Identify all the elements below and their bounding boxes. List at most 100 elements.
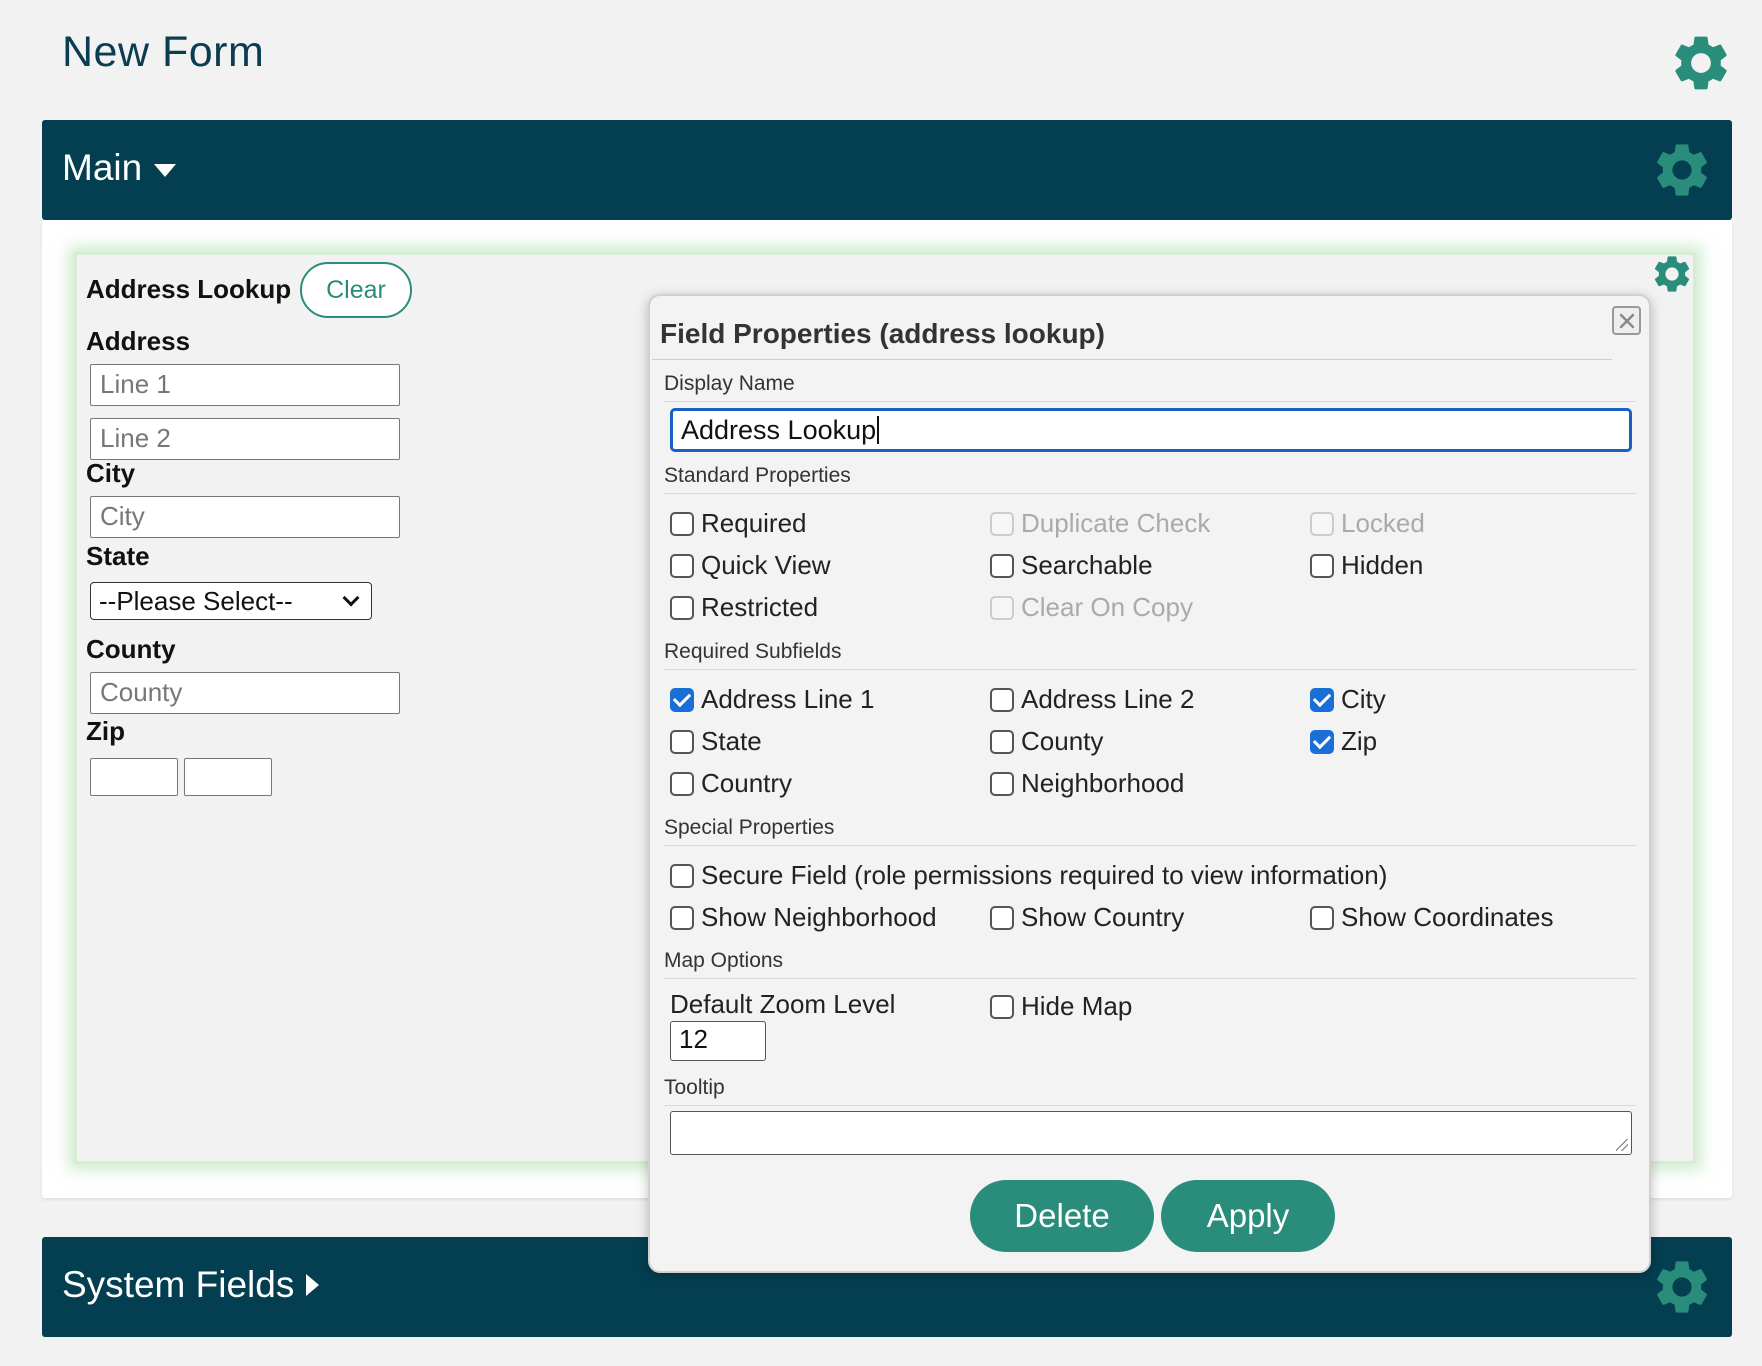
zip-extension-input[interactable] bbox=[184, 758, 272, 796]
searchable-checkbox[interactable]: Searchable bbox=[990, 550, 1153, 581]
tooltip-heading: Tooltip bbox=[664, 1076, 1636, 1106]
checkbox-box bbox=[1310, 729, 1334, 754]
city-label: City bbox=[86, 458, 136, 488]
field-settings-gear-icon[interactable] bbox=[1650, 252, 1694, 296]
hidden-checkbox[interactable]: Hidden bbox=[1310, 550, 1423, 581]
checkbox-label: Country bbox=[701, 768, 793, 798]
county-checkbox[interactable]: County bbox=[990, 726, 1103, 757]
checkbox-label: State bbox=[701, 726, 762, 756]
checkbox-box bbox=[670, 595, 694, 620]
address-line-1-checkbox[interactable]: Address Line 1 bbox=[670, 684, 874, 715]
neighborhood-checkbox[interactable]: Neighborhood bbox=[990, 768, 1184, 799]
checkbox-box bbox=[1310, 905, 1334, 930]
required-subfields-heading: Required Subfields bbox=[664, 640, 1636, 670]
main-section-gear-icon[interactable] bbox=[1650, 138, 1714, 202]
checkbox-box bbox=[670, 905, 694, 930]
county-input[interactable]: County bbox=[90, 672, 400, 714]
page-title: New Form bbox=[62, 28, 265, 76]
checkbox-box bbox=[1310, 553, 1334, 578]
state-select[interactable]: --Please Select-- bbox=[90, 582, 372, 620]
state-label: State bbox=[86, 541, 150, 571]
checkbox-label: Duplicate Check bbox=[1021, 508, 1211, 538]
checkbox-label: Show Country bbox=[1021, 902, 1185, 932]
checkbox-box bbox=[990, 595, 1014, 620]
checkbox-label: Hidden bbox=[1341, 550, 1424, 580]
quick-view-checkbox[interactable]: Quick View bbox=[670, 550, 831, 581]
city-input[interactable]: City bbox=[90, 496, 400, 538]
required-checkbox[interactable]: Required bbox=[670, 508, 807, 539]
state-selected-value: --Please Select-- bbox=[99, 585, 293, 616]
show-coordinates-checkbox[interactable]: Show Coordinates bbox=[1310, 902, 1553, 933]
checkbox-label: Searchable bbox=[1021, 550, 1153, 580]
resize-handle-icon[interactable] bbox=[1616, 1139, 1628, 1151]
hide-map-checkbox[interactable]: Hide Map bbox=[990, 991, 1132, 1022]
delete-button[interactable]: Delete bbox=[970, 1180, 1154, 1252]
map-options-heading: Map Options bbox=[664, 949, 1636, 979]
page-settings-gear-icon[interactable] bbox=[1668, 30, 1734, 96]
main-section-title: Main bbox=[62, 147, 143, 188]
field-properties-dialog: Field Properties (address lookup) Displa… bbox=[648, 294, 1651, 1273]
checkbox-box bbox=[670, 863, 694, 888]
checkbox-box bbox=[990, 771, 1014, 796]
close-icon[interactable] bbox=[1612, 306, 1641, 335]
standard-properties-heading: Standard Properties bbox=[664, 464, 1636, 494]
main-section-toggle[interactable]: Main bbox=[62, 147, 177, 189]
show-neighborhood-checkbox[interactable]: Show Neighborhood bbox=[670, 902, 937, 933]
checkbox-label: Clear On Copy bbox=[1021, 592, 1193, 622]
dialog-title-divider bbox=[652, 359, 1612, 360]
default-zoom-input[interactable]: 12 bbox=[670, 1021, 766, 1061]
display-name-heading: Display Name bbox=[664, 372, 1636, 402]
checkbox-label: Secure Field (role permissions required … bbox=[701, 860, 1388, 890]
dialog-title: Field Properties (address lookup) bbox=[660, 318, 1105, 349]
address-line2-input[interactable]: Line 2 bbox=[90, 418, 400, 460]
county-label: County bbox=[86, 634, 176, 664]
apply-button[interactable]: Apply bbox=[1161, 1180, 1335, 1252]
checkbox-box bbox=[670, 771, 694, 796]
locked-checkbox: Locked bbox=[1310, 508, 1425, 539]
checkbox-label: City bbox=[1341, 684, 1386, 714]
restricted-checkbox[interactable]: Restricted bbox=[670, 592, 818, 623]
checkbox-label: Restricted bbox=[701, 592, 819, 622]
address-line1-input[interactable]: Line 1 bbox=[90, 364, 400, 406]
checkbox-box bbox=[990, 687, 1014, 712]
caret-down-icon bbox=[154, 163, 177, 177]
chevron-down-icon bbox=[342, 589, 360, 607]
checkbox-box bbox=[1310, 511, 1334, 536]
checkbox-box bbox=[990, 553, 1014, 578]
zip-checkbox[interactable]: Zip bbox=[1310, 726, 1377, 757]
caret-right-icon bbox=[306, 1274, 320, 1296]
country-checkbox[interactable]: Country bbox=[670, 768, 792, 799]
checkbox-label: Zip bbox=[1341, 726, 1378, 756]
clear-button[interactable]: Clear bbox=[300, 262, 412, 318]
checkbox-box bbox=[670, 687, 694, 712]
city-checkbox[interactable]: City bbox=[1310, 684, 1386, 715]
checkbox-label: Show Neighborhood bbox=[701, 902, 937, 932]
system-fields-gear-icon[interactable] bbox=[1650, 1255, 1714, 1319]
text-cursor bbox=[877, 416, 880, 444]
checkbox-label: Required bbox=[701, 508, 807, 538]
checkbox-label: Quick View bbox=[701, 550, 831, 580]
checkbox-box bbox=[990, 729, 1014, 754]
system-fields-toggle[interactable]: System Fields bbox=[62, 1264, 320, 1306]
display-name-value: Address Lookup bbox=[681, 414, 877, 445]
checkbox-box bbox=[1310, 687, 1334, 712]
display-name-input[interactable]: Address Lookup bbox=[670, 408, 1632, 452]
zip-input[interactable] bbox=[90, 758, 178, 796]
checkbox-label: Hide Map bbox=[1021, 991, 1133, 1021]
tooltip-textarea[interactable] bbox=[670, 1111, 1632, 1155]
address-line-2-checkbox[interactable]: Address Line 2 bbox=[990, 684, 1194, 715]
checkbox-box bbox=[990, 511, 1014, 536]
special-properties-heading: Special Properties bbox=[664, 816, 1636, 846]
zip-label: Zip bbox=[86, 716, 125, 746]
checkbox-box bbox=[670, 729, 694, 754]
show-country-checkbox[interactable]: Show Country bbox=[990, 902, 1184, 933]
state-checkbox[interactable]: State bbox=[670, 726, 762, 757]
checkbox-label: County bbox=[1021, 726, 1104, 756]
secure-field-role-permissions-required-to-view-information-checkbox[interactable]: Secure Field (role permissions required … bbox=[670, 860, 1387, 891]
checkbox-label: Show Coordinates bbox=[1341, 902, 1554, 932]
checkbox-label: Address Line 2 bbox=[1021, 684, 1195, 714]
system-fields-title: System Fields bbox=[62, 1264, 295, 1305]
checkbox-box bbox=[990, 905, 1014, 930]
main-section-header: Main bbox=[42, 120, 1732, 220]
checkbox-label: Locked bbox=[1341, 508, 1425, 538]
